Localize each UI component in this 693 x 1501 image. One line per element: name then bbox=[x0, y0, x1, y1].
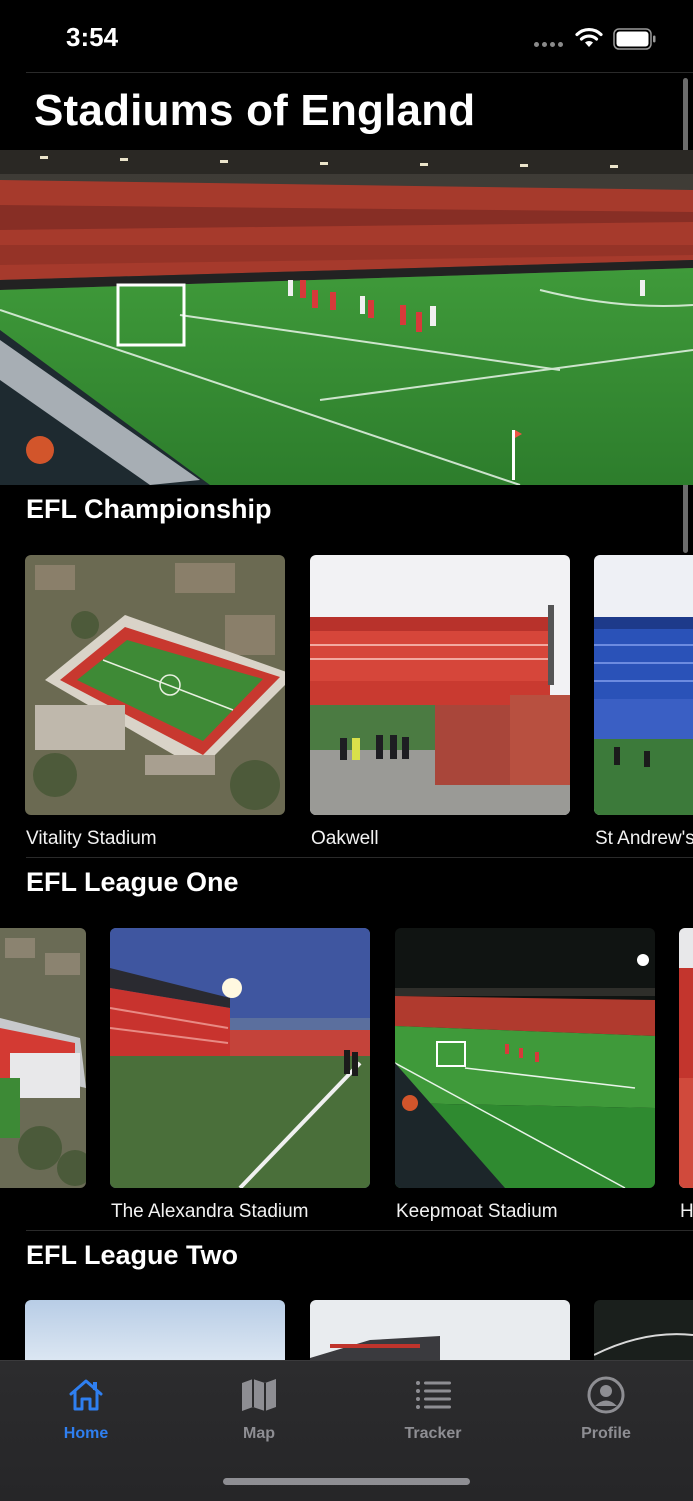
status-time: 3:54 bbox=[66, 22, 119, 52]
stadium-card-league-two-1[interactable] bbox=[25, 1300, 285, 1360]
section-title-efl-league-two: EFL League Two bbox=[26, 1240, 239, 1270]
status-bar: 3:54 bbox=[0, 0, 693, 72]
cellular-signal-icon bbox=[534, 42, 563, 47]
section-title-efl-league-one: EFL League One bbox=[26, 867, 239, 897]
home-indicator[interactable] bbox=[223, 1478, 470, 1485]
stadium-card-keepmoat-stadium[interactable] bbox=[395, 928, 655, 1188]
tab-profile[interactable]: Profile bbox=[556, 1375, 656, 1455]
stadium-name: Oakwell bbox=[311, 828, 379, 849]
battery-icon bbox=[613, 28, 656, 50]
section-divider bbox=[26, 857, 693, 858]
tab-label: Map bbox=[243, 1425, 275, 1442]
stadium-card-oakwell[interactable] bbox=[310, 555, 570, 815]
stadium-card-league-two-3[interactable] bbox=[594, 1300, 693, 1360]
stadium-name: Vitality Stadium bbox=[26, 828, 157, 849]
hero-image[interactable] bbox=[0, 150, 693, 485]
person-circle-icon bbox=[587, 1376, 625, 1414]
stadium-card-partial[interactable] bbox=[679, 928, 693, 1188]
map-icon bbox=[242, 1379, 276, 1411]
stadium-card-st-andrews[interactable] bbox=[594, 555, 693, 815]
list-icon bbox=[416, 1381, 451, 1409]
tab-tracker[interactable]: Tracker bbox=[383, 1375, 483, 1455]
tab-map[interactable]: Map bbox=[209, 1375, 309, 1455]
tab-label: Profile bbox=[581, 1425, 631, 1442]
stadium-name: Keepmoat Stadium bbox=[396, 1201, 558, 1222]
house-icon bbox=[69, 1379, 103, 1411]
section-divider bbox=[26, 1230, 693, 1231]
stadium-name: The Alexandra Stadium bbox=[111, 1201, 309, 1222]
tab-home[interactable]: Home bbox=[36, 1375, 136, 1455]
page-title: Stadiums of England bbox=[34, 86, 476, 135]
section-title-efl-championship: EFL Championship bbox=[26, 494, 272, 524]
tab-label: Tracker bbox=[404, 1425, 462, 1442]
stadium-card-league-two-2[interactable] bbox=[310, 1300, 570, 1360]
wifi-icon bbox=[575, 27, 603, 47]
stadium-card-the-alexandra-stadium[interactable] bbox=[110, 928, 370, 1188]
tab-label: Home bbox=[63, 1425, 109, 1442]
stadium-card-vitality-stadium[interactable] bbox=[25, 555, 285, 815]
stadium-name: H bbox=[680, 1201, 693, 1222]
header-divider bbox=[26, 72, 693, 73]
stadium-card-partial-aerial[interactable] bbox=[0, 928, 86, 1188]
stadium-name: St Andrew's bbox=[595, 828, 693, 849]
